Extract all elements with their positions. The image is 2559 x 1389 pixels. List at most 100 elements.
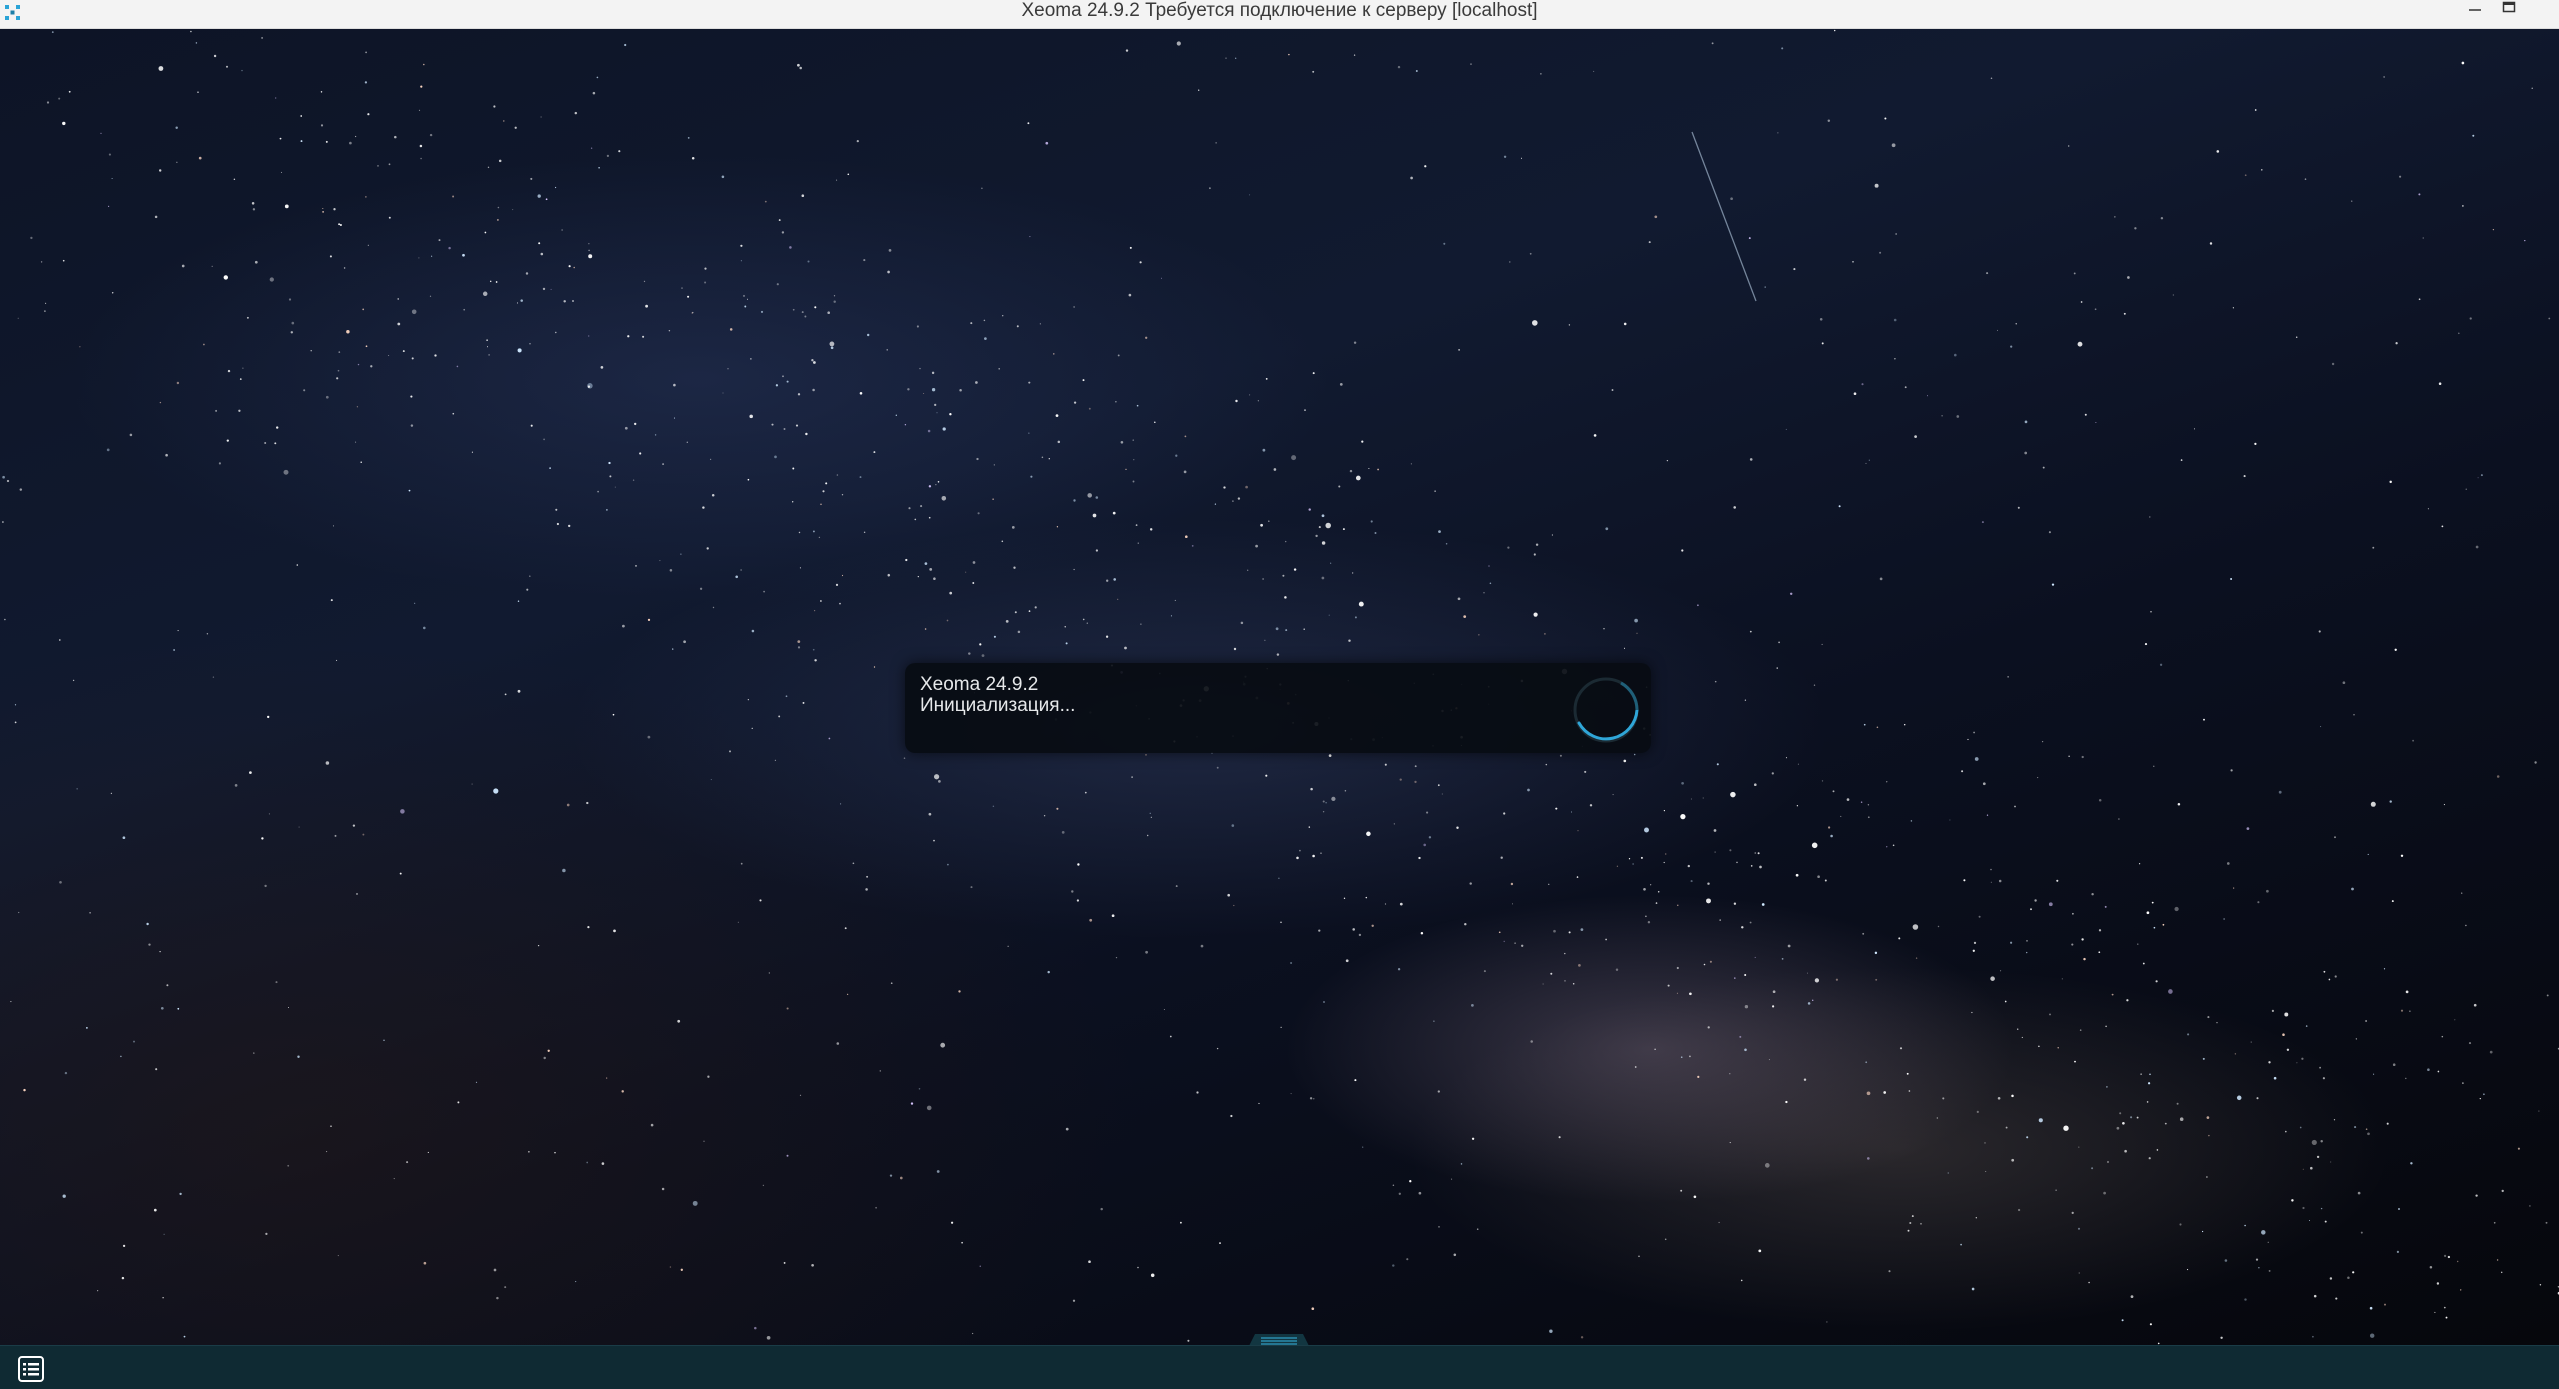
star bbox=[2011, 1158, 2015, 1162]
star bbox=[1719, 919, 1721, 921]
star bbox=[768, 972, 770, 974]
star bbox=[296, 564, 299, 566]
star bbox=[177, 630, 179, 632]
star bbox=[1589, 804, 1593, 807]
star bbox=[2071, 1211, 2074, 1215]
star bbox=[330, 599, 333, 602]
star bbox=[1483, 592, 1485, 594]
star bbox=[1986, 272, 1989, 275]
star bbox=[691, 156, 695, 160]
star bbox=[547, 1049, 550, 1052]
star bbox=[703, 1140, 705, 1142]
star bbox=[2081, 938, 2084, 941]
star bbox=[1489, 582, 1492, 585]
star bbox=[399, 872, 402, 875]
star bbox=[2383, 76, 2385, 78]
star bbox=[338, 351, 341, 353]
star bbox=[249, 771, 252, 774]
star bbox=[120, 1055, 122, 1058]
star bbox=[1830, 834, 1833, 838]
star bbox=[420, 157, 422, 160]
star bbox=[1503, 812, 1506, 815]
star bbox=[1689, 992, 1692, 996]
star bbox=[1353, 341, 1357, 344]
star bbox=[818, 536, 821, 539]
star bbox=[300, 140, 303, 143]
star bbox=[14, 704, 17, 706]
star bbox=[1733, 506, 1736, 509]
star bbox=[495, 281, 498, 283]
star bbox=[68, 90, 71, 93]
star bbox=[1514, 942, 1516, 944]
star bbox=[1636, 632, 1638, 634]
star bbox=[545, 198, 548, 201]
star bbox=[2024, 420, 2028, 424]
star bbox=[1437, 784, 1440, 787]
star bbox=[1321, 514, 1325, 518]
star bbox=[456, 365, 459, 368]
star bbox=[64, 1071, 68, 1075]
star bbox=[1647, 920, 1651, 924]
star bbox=[1488, 565, 1490, 567]
star bbox=[529, 343, 531, 345]
star bbox=[2480, 474, 2483, 477]
star bbox=[1527, 788, 1530, 792]
star bbox=[764, 200, 767, 203]
star bbox=[1511, 903, 1514, 905]
close-button[interactable] bbox=[2525, 0, 2559, 16]
star bbox=[2094, 308, 2097, 311]
star bbox=[1714, 851, 1716, 853]
title-bar[interactable]: Xeoma 24.9.2 Требуется подключение к сер… bbox=[0, 0, 2559, 29]
star bbox=[1893, 318, 1897, 322]
star bbox=[873, 666, 876, 668]
star bbox=[711, 493, 715, 497]
star bbox=[587, 383, 593, 389]
star bbox=[1028, 610, 1031, 612]
star bbox=[1821, 780, 1824, 782]
star bbox=[2026, 951, 2028, 954]
star bbox=[2151, 901, 2154, 904]
star bbox=[2016, 1028, 2019, 1030]
star bbox=[1811, 842, 1818, 849]
star bbox=[624, 43, 627, 47]
star bbox=[6, 479, 10, 483]
star bbox=[2267, 1241, 2269, 1243]
star bbox=[2324, 1220, 2327, 1223]
panel-handle-icon bbox=[1249, 1334, 1309, 1346]
star bbox=[1100, 1207, 1103, 1211]
star bbox=[1073, 568, 1075, 571]
star bbox=[2041, 740, 2044, 743]
star bbox=[326, 1151, 328, 1153]
panel-handle[interactable] bbox=[1245, 1332, 1313, 1346]
star bbox=[100, 132, 102, 134]
main-menu-button[interactable] bbox=[17, 1355, 45, 1383]
star bbox=[274, 442, 277, 445]
minimize-button[interactable] bbox=[2457, 0, 2491, 16]
star bbox=[1498, 931, 1501, 934]
star bbox=[789, 246, 792, 249]
star bbox=[1361, 440, 1364, 443]
star bbox=[2116, 1126, 2120, 1130]
star bbox=[530, 424, 533, 427]
star bbox=[346, 330, 350, 334]
star bbox=[1362, 1146, 1364, 1148]
star bbox=[1082, 379, 1085, 382]
star bbox=[1886, 781, 1888, 783]
star bbox=[781, 231, 785, 234]
star bbox=[856, 139, 859, 143]
star bbox=[175, 126, 178, 130]
star bbox=[2305, 1025, 2308, 1027]
star bbox=[928, 485, 932, 488]
star bbox=[2370, 801, 2376, 807]
star bbox=[2539, 1284, 2542, 1286]
star bbox=[176, 381, 180, 385]
maximize-button[interactable] bbox=[2491, 0, 2525, 16]
star bbox=[1285, 540, 1287, 543]
star bbox=[1478, 634, 1480, 636]
star bbox=[1997, 1096, 2001, 1100]
star bbox=[979, 1265, 981, 1267]
star bbox=[819, 600, 822, 602]
star bbox=[2172, 294, 2175, 296]
star bbox=[160, 1006, 164, 1010]
star bbox=[279, 137, 282, 140]
